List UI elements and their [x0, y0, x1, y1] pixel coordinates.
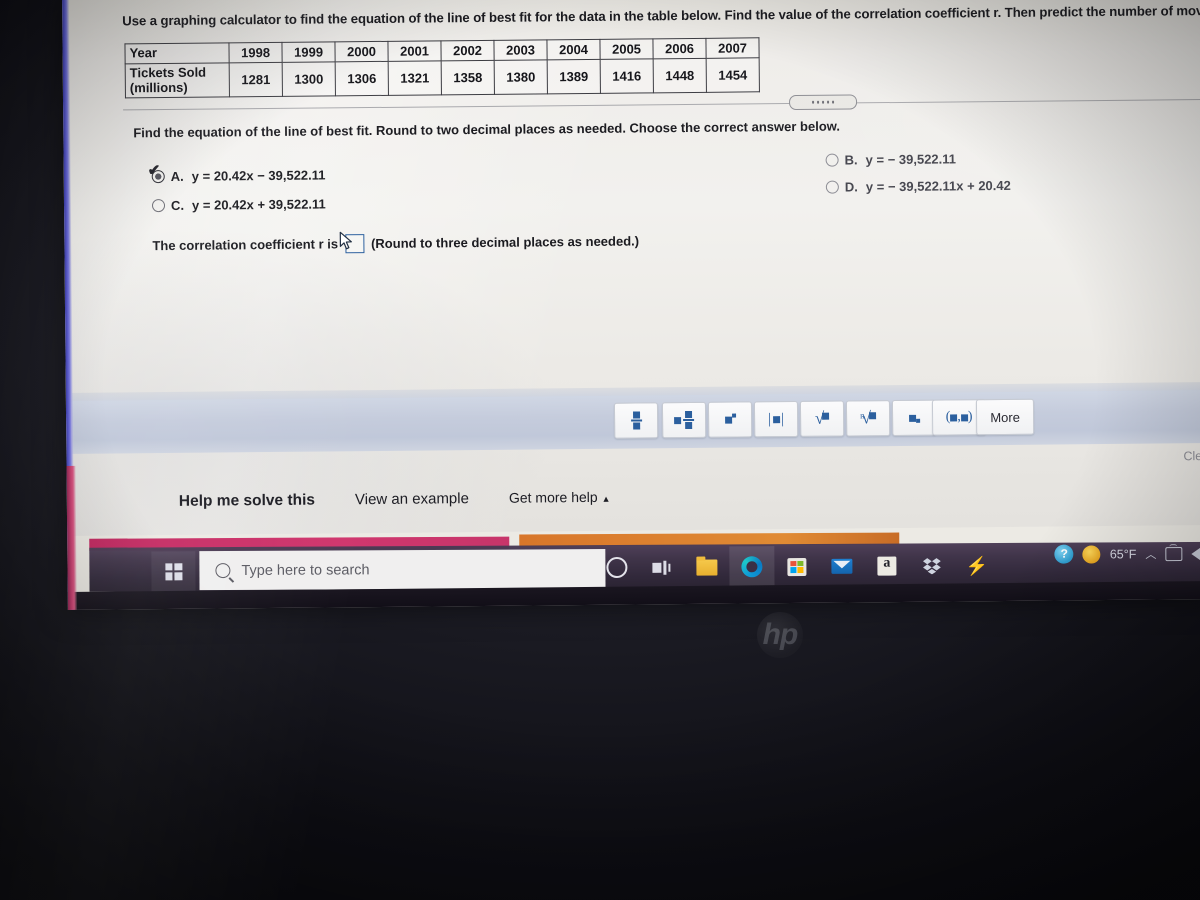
dropbox-glyph: [922, 558, 941, 575]
mail-icon[interactable]: [819, 546, 864, 587]
option-a-label: A.: [170, 168, 184, 184]
year-cell: 2004: [546, 39, 601, 60]
radio-c[interactable]: [151, 199, 166, 213]
network-icon[interactable]: [1165, 546, 1183, 561]
option-d-label: D.: [844, 179, 858, 195]
subscript-icon: [908, 414, 916, 422]
tickets-cell: 1306: [335, 61, 389, 96]
laptop-screen: Use a graphing calculator to find the eq…: [62, 0, 1200, 610]
handle-dot: [816, 100, 820, 104]
caret-up-icon: ▲: [601, 493, 611, 504]
mixed-number-fraction-icon: [683, 410, 695, 430]
edge-icon[interactable]: [729, 546, 775, 588]
search-icon: [215, 563, 231, 579]
handle-dot: [821, 100, 825, 104]
data-table: Year 1998 1999 2000 2001 2002 2003 2004 …: [124, 37, 760, 99]
tickets-label-line1: Tickets Sold: [129, 64, 207, 81]
fraction-icon-button[interactable]: [613, 402, 659, 439]
handle-dot: [811, 100, 815, 104]
radio-b[interactable]: [825, 153, 839, 167]
year-cell: 2002: [440, 40, 495, 61]
year-cell: 2000: [334, 41, 389, 62]
mixed-number-icon-button[interactable]: [661, 401, 707, 439]
tickets-cell: 1281: [229, 62, 283, 97]
taskbar-icon-strip: a ⚡: [594, 545, 999, 588]
absolute-value-icon-button[interactable]: | |: [753, 400, 799, 438]
year-cell: 1999: [281, 41, 336, 63]
nth-root-icon-button[interactable]: n √: [845, 400, 891, 437]
absolute-value-icon: |: [767, 410, 772, 427]
option-d-text: y = − 39,522.11x + 20.42: [865, 177, 1011, 195]
tickets-cell: 1380: [494, 59, 548, 95]
option-d[interactable]: D. y = − 39,522.11x + 20.42: [825, 177, 1011, 195]
tickets-cell: 1416: [600, 58, 654, 94]
radio-d[interactable]: [825, 180, 839, 194]
exponent-icon: [724, 416, 732, 424]
table-header-year: Year: [124, 42, 230, 64]
clear-all-button[interactable]: Clear all: [1183, 449, 1200, 463]
start-button[interactable]: [151, 551, 196, 592]
windows-logo-icon: [164, 562, 182, 580]
task-view-icon[interactable]: [639, 547, 684, 588]
weather-sun-icon[interactable]: [1082, 544, 1101, 564]
exponent-icon-button[interactable]: [707, 401, 753, 438]
cortana-icon[interactable]: [594, 547, 639, 588]
table-header-tickets: Tickets Sold (millions): [125, 62, 230, 98]
correlation-input[interactable]: [344, 234, 365, 254]
help-circle-icon[interactable]: ?: [1054, 544, 1074, 564]
year-cell: 2006: [652, 38, 707, 59]
year-cell: 2003: [493, 39, 548, 61]
fraction-icon: [630, 411, 642, 430]
volume-icon[interactable]: [1191, 546, 1200, 561]
handle-dot: [831, 100, 835, 104]
option-c-label: C.: [170, 197, 185, 213]
help-me-solve-this-link[interactable]: Help me solve this: [179, 492, 315, 511]
taskbar-search-input[interactable]: Type here to search: [199, 549, 606, 591]
tickets-cell: 1454: [706, 57, 760, 93]
system-tray: ? 65°F ︿: [1054, 544, 1200, 564]
option-b-text: y = − 39,522.11: [865, 151, 957, 168]
tickets-label-line2: (millions): [129, 79, 188, 95]
amazon-icon[interactable]: a: [864, 545, 909, 586]
dropbox-icon[interactable]: [909, 545, 954, 586]
tickets-cell: 1358: [441, 60, 495, 95]
drag-handle[interactable]: [788, 94, 858, 111]
tickets-cell: 1448: [653, 58, 707, 93]
get-more-help-button[interactable]: Get more help ▲: [509, 489, 611, 506]
microsoft-store-icon[interactable]: [774, 546, 819, 587]
file-explorer-icon[interactable]: [684, 546, 729, 587]
option-a-text: y = 20.42x − 39,522.11: [191, 167, 326, 184]
weather-temperature[interactable]: 65°F: [1110, 547, 1137, 561]
option-c[interactable]: C. y = 20.42x + 39,522.11: [151, 196, 326, 213]
option-b[interactable]: B. y = − 39,522.11: [825, 151, 957, 168]
square-root-icon-button[interactable]: √: [799, 400, 845, 437]
more-symbols-button[interactable]: More: [975, 398, 1035, 436]
mixed-number-icon: [674, 416, 682, 424]
year-cell: 2007: [705, 37, 760, 59]
subscript-icon-button[interactable]: [891, 399, 937, 437]
show-hidden-icons-caret[interactable]: ︿: [1145, 546, 1156, 562]
screen-bezel-left-lower: [66, 465, 77, 610]
hp-logo: hp: [757, 612, 803, 658]
table-row-tickets: Tickets Sold (millions) 1281 1300 1306 1…: [125, 57, 760, 98]
option-b-label: B.: [844, 152, 858, 168]
tickets-cell: 1300: [282, 61, 336, 97]
correlation-label: The correlation coefficient r is: [152, 236, 339, 254]
lightning-icon[interactable]: ⚡: [954, 545, 999, 586]
year-cell: 1998: [228, 42, 283, 63]
laptop-photo-background: hp Use a graphing calculator to find the…: [0, 0, 1200, 900]
view-an-example-link[interactable]: View an example: [355, 490, 469, 508]
radio-a[interactable]: [151, 170, 165, 184]
get-more-help-label: Get more help: [508, 488, 598, 506]
year-cell: 2001: [387, 40, 442, 62]
option-a[interactable]: A. y = 20.42x − 39,522.11: [151, 167, 326, 184]
tickets-cell: 1389: [547, 59, 601, 94]
correlation-hint: (Round to three decimal places as needed…: [370, 233, 640, 252]
year-cell: 2005: [599, 38, 654, 60]
option-c-text: y = 20.42x + 39,522.11: [191, 196, 326, 213]
search-placeholder: Type here to search: [241, 561, 370, 579]
tickets-cell: 1321: [388, 60, 442, 96]
handle-dot: [826, 100, 830, 104]
